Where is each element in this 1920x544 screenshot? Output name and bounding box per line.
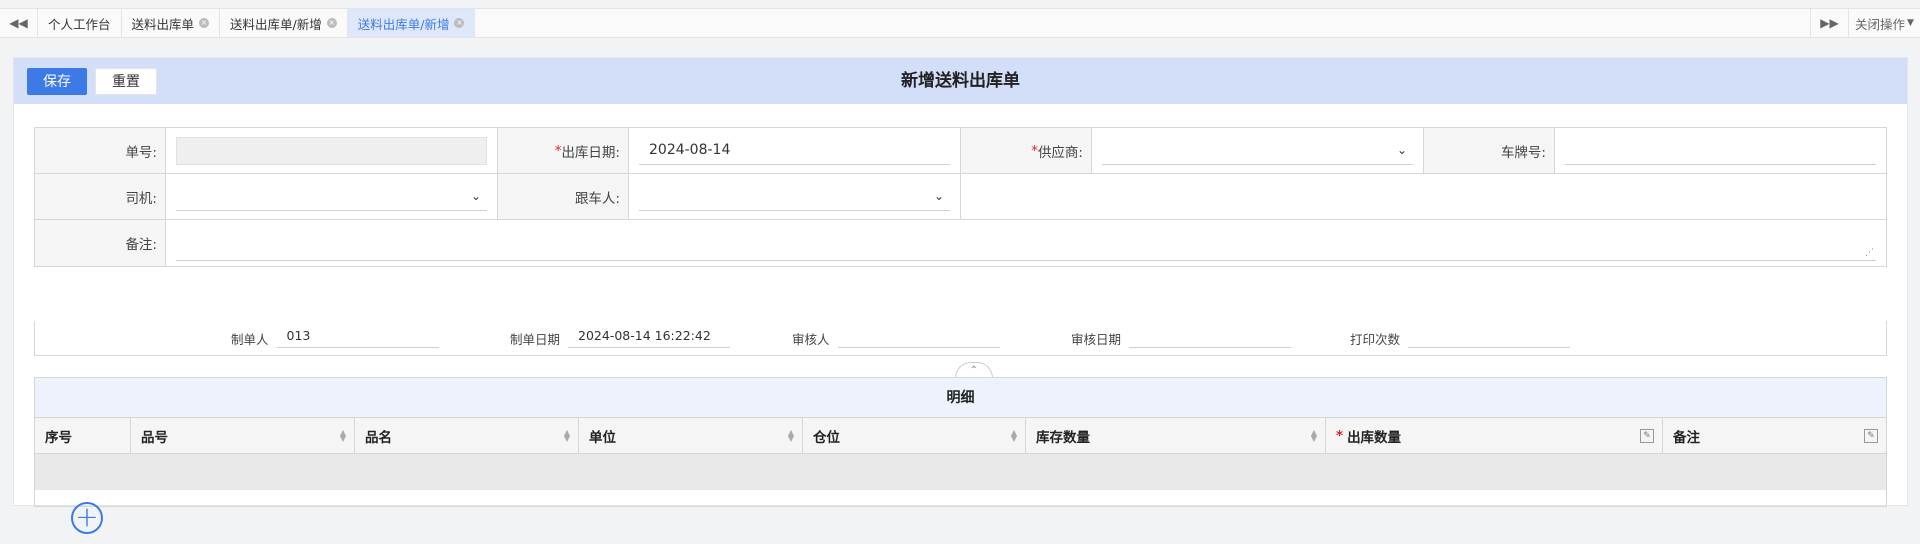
escort-label: 跟车人: [498, 174, 629, 219]
column-header-unit[interactable]: 单位 ▲ ▼ [579, 418, 803, 453]
tab-bar: ◀◀ 个人工作台 送料出库单 × 送料出库单/新增 × 送料出库单/新增 × ▶▶ 关… [0, 8, 1920, 38]
reviewed-at-value [1129, 328, 1292, 348]
reviewer-field: 审核人 [792, 328, 1000, 348]
panel-header: 保存 重置 新增送料出库单 [14, 58, 1907, 104]
close-operations-dropdown[interactable]: 关闭操作 ▼ [1848, 9, 1920, 37]
supplier-label: * 供应商: [961, 128, 1092, 173]
reviewed-at-field: 审核日期 [1071, 328, 1292, 348]
supplier-select[interactable]: ⌄ [1102, 137, 1413, 165]
resize-grip-icon[interactable]: ⋰ [1865, 248, 1874, 258]
close-icon[interactable]: × [199, 18, 210, 28]
sort-icon[interactable]: ▲ ▼ [788, 428, 794, 442]
sort-icon[interactable]: ▲ ▼ [340, 428, 346, 442]
close-icon[interactable]: × [454, 18, 465, 28]
reviewer-value [837, 328, 1000, 348]
detail-title: 明细 [35, 378, 1886, 418]
form-row-3: 备注: ⋰ [35, 220, 1886, 266]
driver-select[interactable]: ⌄ [176, 183, 487, 211]
tab-delivery-out-new-1[interactable]: 送料出库单/新增 × [220, 9, 348, 37]
detail-grid: 明细 序号 品号 ▲ ▼ 品名 ▲ ▼ 单位 ▲ ▼ 仓位 ▲ ▼ 库存数量 ▲ ▼ * 出库数量 ✎ … [34, 377, 1887, 534]
save-button[interactable]: 保存 [27, 67, 87, 95]
print-count-field: 打印次数 [1350, 328, 1571, 348]
out-date-label: * 出库日期: [498, 128, 629, 173]
driver-label: 司机: [35, 174, 166, 219]
sort-icon[interactable]: ▲ ▼ [1011, 428, 1017, 442]
order-no-label: 单号: [35, 128, 166, 173]
close-icon[interactable]: × [326, 18, 337, 28]
order-no-input [176, 136, 487, 165]
creator-field: 制单人 013 [231, 328, 439, 348]
escort-select[interactable]: ⌄ [639, 183, 950, 211]
created-at-value: 2024-08-14 16:22:42 [568, 328, 731, 348]
page-title: 新增送料出库单 [901, 71, 1020, 91]
column-header-stock-qty[interactable]: 库存数量 ▲ ▼ [1026, 418, 1326, 453]
creator-value: 013 [276, 328, 439, 348]
tab-delivery-out-list[interactable]: 送料出库单 × [122, 9, 221, 37]
print-count-value [1408, 328, 1571, 348]
chevron-down-icon: ⌄ [470, 189, 481, 203]
grid-header: 序号 品号 ▲ ▼ 品名 ▲ ▼ 单位 ▲ ▼ 仓位 ▲ ▼ 库存数量 ▲ ▼ * 出库数量 ✎ 备注 ✎ [35, 418, 1886, 454]
chevron-down-icon: ⌄ [933, 189, 944, 203]
sort-icon[interactable]: ▲ ▼ [564, 428, 570, 442]
reset-button[interactable]: 重置 [95, 67, 157, 95]
created-at-field: 制单日期 2024-08-14 16:22:42 [510, 328, 731, 348]
tabs-scroll-left-button[interactable]: ◀◀ [0, 9, 38, 37]
form-row-1: 单号: * 出库日期: 2024-08-14 * 供应商: ⌄ 车牌号: [35, 128, 1886, 174]
column-header-seq[interactable]: 序号 [35, 418, 131, 453]
chevron-down-icon: ⌄ [1396, 143, 1407, 157]
column-header-remark[interactable]: 备注 ✎ [1663, 418, 1886, 453]
plus-circle-icon: + [75, 500, 99, 533]
double-left-icon: ◀◀ [9, 16, 28, 30]
sort-icon[interactable]: ▲ ▼ [1311, 428, 1317, 442]
add-row-button[interactable]: + [71, 502, 103, 534]
tab-delivery-out-new-2[interactable]: 送料出库单/新增 × [347, 9, 476, 37]
grid-empty-row [35, 454, 1886, 490]
remark-label: 备注: [35, 220, 166, 266]
double-right-icon: ▶▶ [1820, 16, 1839, 30]
chevron-up-icon: ⌃ [969, 365, 979, 376]
plate-no-input[interactable] [1565, 137, 1876, 165]
remark-textarea[interactable]: ⋰ [176, 225, 1876, 261]
grid-footer: + [35, 490, 1886, 544]
column-header-location[interactable]: 仓位 ▲ ▼ [803, 418, 1026, 453]
column-header-item-name[interactable]: 品名 ▲ ▼ [355, 418, 579, 453]
tab-workbench[interactable]: 个人工作台 [38, 9, 122, 37]
plate-no-label: 车牌号: [1424, 128, 1555, 173]
edit-icon: ✎ [1864, 428, 1878, 443]
collapse-toggle[interactable]: ⌃ [955, 362, 993, 378]
column-header-item-no[interactable]: 品号 ▲ ▼ [131, 418, 355, 453]
form-row-2: 司机: ⌄ 跟车人: ⌄ [35, 174, 1886, 220]
column-header-out-qty[interactable]: * 出库数量 ✎ [1326, 418, 1663, 453]
audit-info-row: 制单人 013 制单日期 2024-08-14 16:22:42 审核人 审核日… [34, 321, 1887, 356]
order-form: 单号: * 出库日期: 2024-08-14 * 供应商: ⌄ 车牌号: 司机: ⌄… [34, 127, 1887, 267]
out-date-input[interactable]: 2024-08-14 [639, 137, 950, 165]
edit-icon: ✎ [1640, 428, 1654, 443]
tabs-scroll-right-button[interactable]: ▶▶ [1810, 9, 1848, 37]
caret-down-icon: ▼ [1907, 18, 1914, 28]
main-panel: 保存 重置 新增送料出库单 单号: * 出库日期: 2024-08-14 * 供应商… [13, 57, 1908, 534]
